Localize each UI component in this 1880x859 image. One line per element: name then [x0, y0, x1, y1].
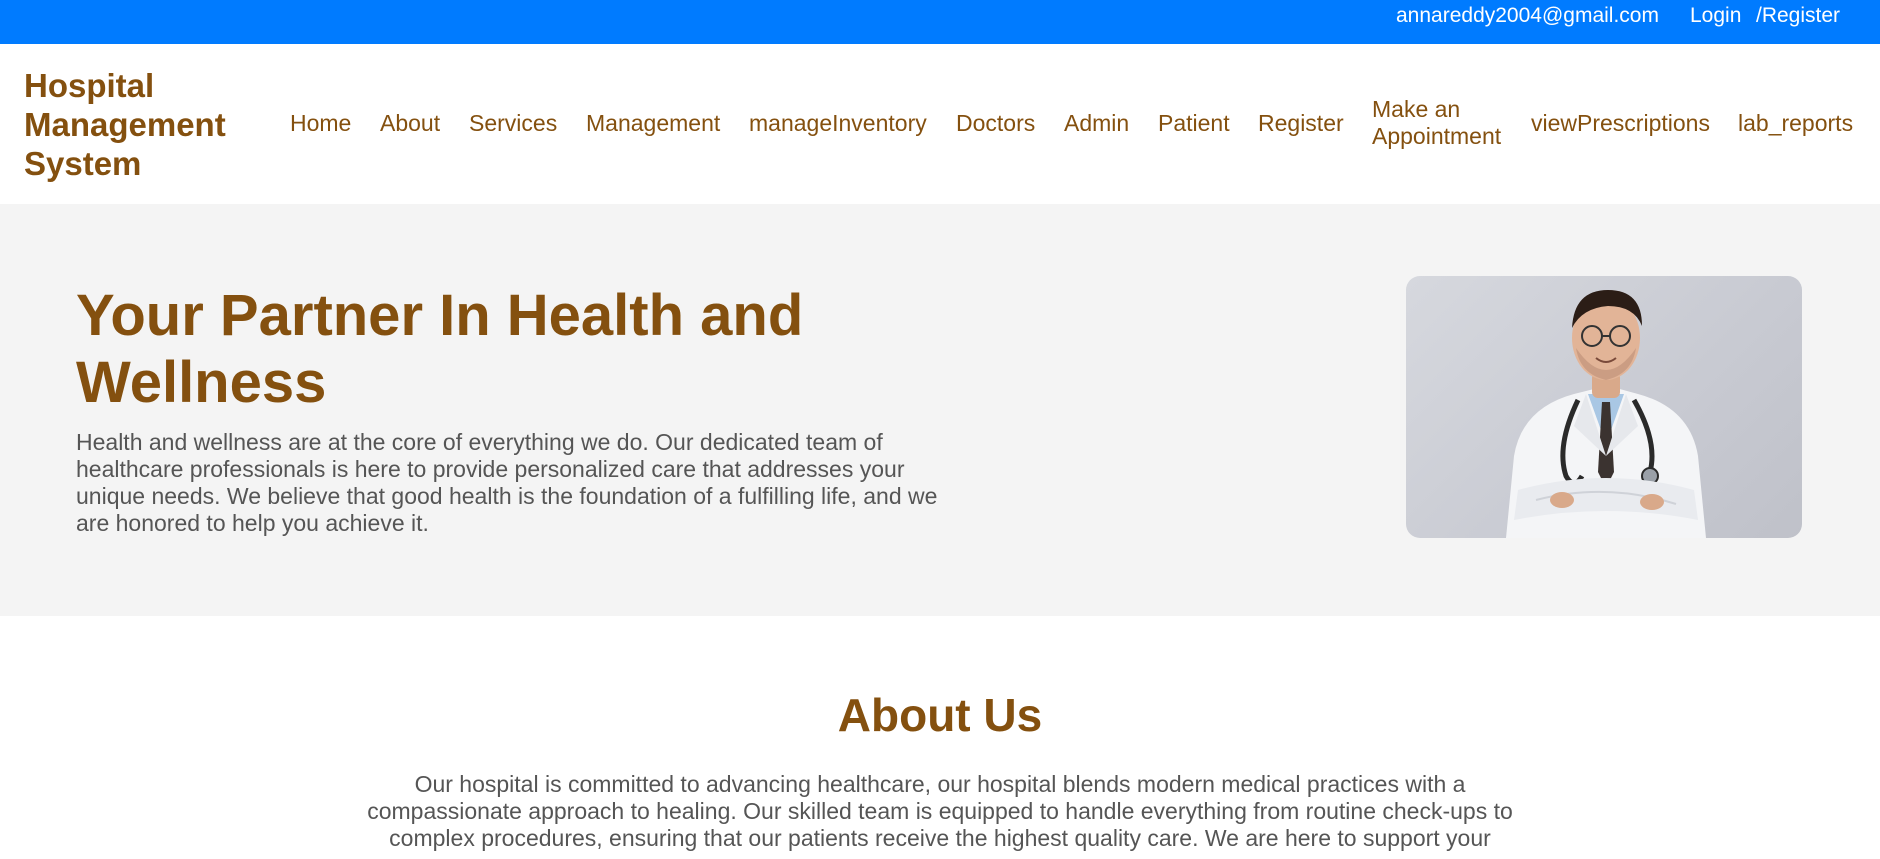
login-link[interactable]: Login — [1690, 5, 1741, 26]
navbar: Hospital Management System Home About Se… — [0, 44, 1880, 204]
nav-management[interactable]: Management — [586, 110, 720, 137]
hero-title: Your Partner In Health and Wellness — [76, 283, 804, 415]
brand-title[interactable]: Hospital Management System — [24, 66, 254, 183]
nav-services[interactable]: Services — [469, 110, 557, 137]
nav-make-appointment[interactable]: Make an Appointment — [1372, 96, 1512, 150]
hero-text: Health and wellness are at the core of e… — [76, 429, 938, 536]
doctor-illustration — [1506, 290, 1706, 538]
user-email: annareddy2004@gmail.com — [1396, 4, 1659, 27]
hero-section: Your Partner In Health and Wellness Heal… — [0, 204, 1880, 616]
top-bar: annareddy2004@gmail.com Login /Register — [0, 0, 1880, 44]
nav-register[interactable]: Register — [1258, 110, 1344, 137]
register-link[interactable]: /Register — [1756, 5, 1840, 26]
nav-manage-inventory[interactable]: manageInventory — [749, 110, 927, 137]
nav-lab-reports[interactable]: lab_reports — [1738, 110, 1853, 137]
nav-view-prescriptions[interactable]: viewPrescriptions — [1531, 110, 1710, 137]
about-title: About Us — [837, 689, 1043, 741]
nav-about[interactable]: About — [380, 110, 440, 137]
doctor-photo — [1406, 276, 1802, 538]
nav-patient[interactable]: Patient — [1158, 110, 1230, 137]
nav-home[interactable]: Home — [290, 110, 351, 137]
about-text: Our hospital is committed to advancing h… — [367, 771, 1513, 851]
nav-doctors[interactable]: Doctors — [956, 110, 1035, 137]
nav-admin[interactable]: Admin — [1064, 110, 1129, 137]
